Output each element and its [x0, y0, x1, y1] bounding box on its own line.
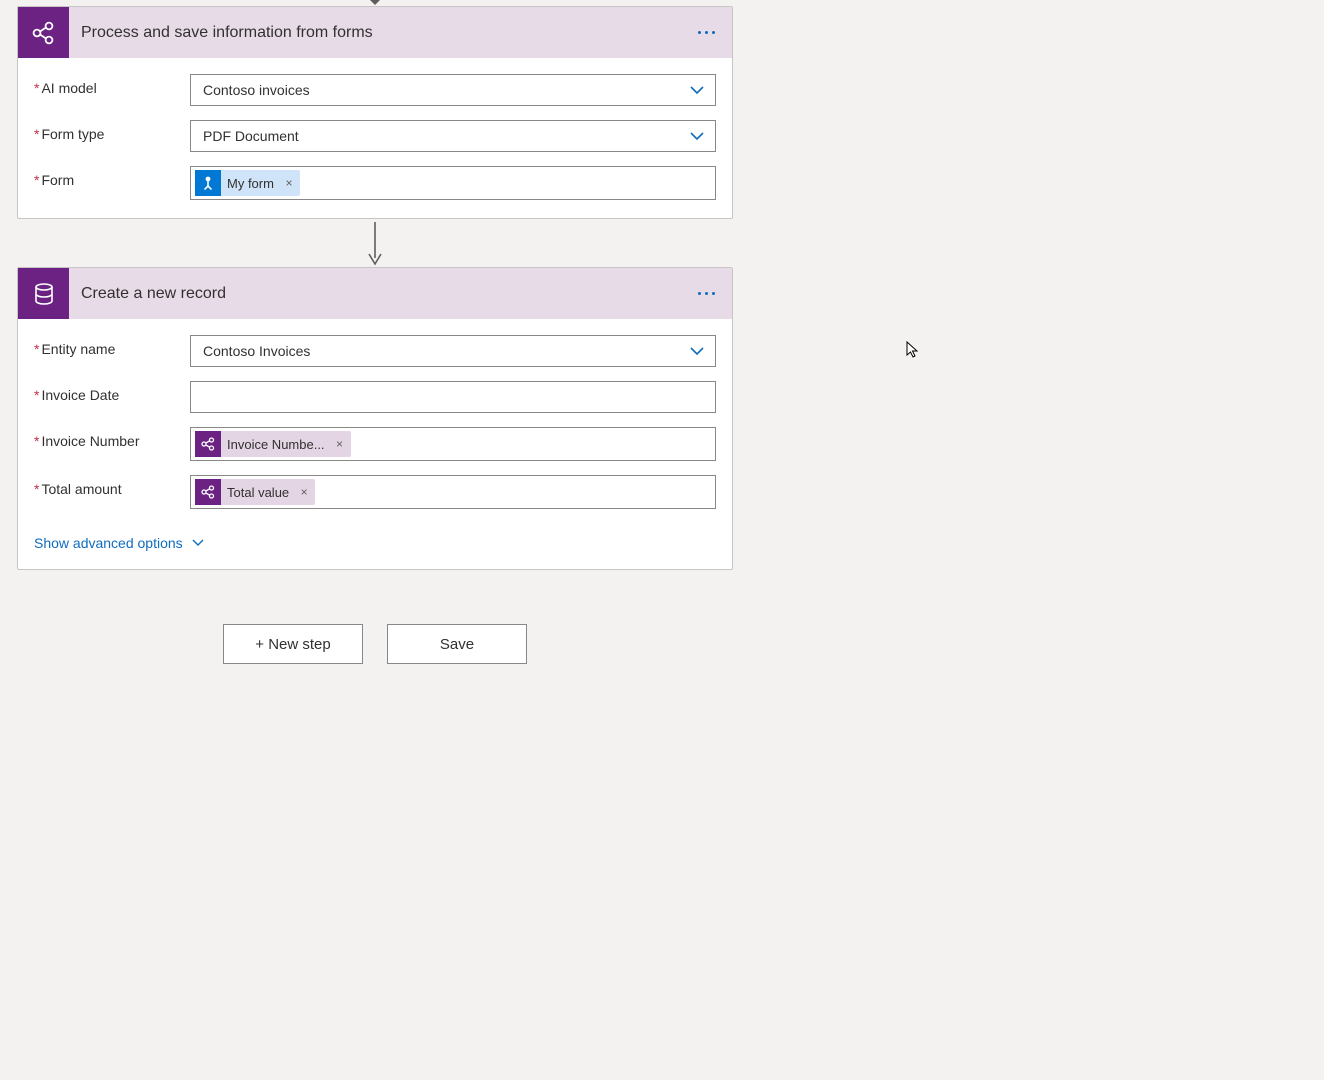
ellipsis-icon: [698, 31, 715, 34]
cursor-icon: [906, 341, 920, 359]
invoice-date-input[interactable]: [190, 381, 716, 413]
touch-icon: [195, 170, 221, 196]
field-invoice-date: *Invoice Date: [34, 381, 716, 413]
form-type-select[interactable]: PDF Document: [190, 120, 716, 152]
field-label: *Form type: [34, 120, 190, 142]
ai-builder-small-icon: [195, 431, 221, 457]
chevron-down-icon: [685, 78, 709, 102]
chevron-down-icon: [685, 339, 709, 363]
field-form: *Form My form ×: [34, 166, 716, 200]
invoice-number-input[interactable]: Invoice Numbe... ×: [190, 427, 716, 461]
chevron-down-icon: [191, 536, 205, 550]
show-advanced-options-link[interactable]: Show advanced options: [34, 535, 716, 551]
total-amount-input[interactable]: Total value ×: [190, 475, 716, 509]
save-button[interactable]: Save: [387, 624, 527, 664]
field-ai-model: *AI model Contoso invoices: [34, 74, 716, 106]
field-label: *Form: [34, 166, 190, 188]
step-title: Create a new record: [69, 285, 686, 303]
field-invoice-number: *Invoice Number: [34, 427, 716, 461]
step-header-create-record[interactable]: Create a new record: [18, 268, 732, 319]
token-my-form[interactable]: My form ×: [195, 170, 300, 196]
field-form-type: *Form type PDF Document: [34, 120, 716, 152]
field-label: *AI model: [34, 74, 190, 96]
token-remove-button[interactable]: ×: [280, 174, 298, 192]
field-entity-name: *Entity name Contoso Invoices: [34, 335, 716, 367]
token-invoice-number[interactable]: Invoice Numbe... ×: [195, 431, 351, 457]
token-remove-button[interactable]: ×: [295, 483, 313, 501]
entity-name-select[interactable]: Contoso Invoices: [190, 335, 716, 367]
step-menu-button[interactable]: [686, 13, 726, 53]
step-menu-button[interactable]: [686, 274, 726, 314]
token-remove-button[interactable]: ×: [331, 435, 349, 453]
flow-step-create-record[interactable]: Create a new record *Entity name Contoso…: [17, 267, 733, 570]
ai-builder-icon: [18, 7, 69, 58]
database-icon: [18, 268, 69, 319]
flow-step-process-forms[interactable]: Process and save information from forms …: [17, 6, 733, 219]
field-label: *Entity name: [34, 335, 190, 357]
field-label: *Total amount: [34, 475, 190, 497]
ai-builder-small-icon: [195, 479, 221, 505]
field-label: *Invoice Date: [34, 381, 190, 403]
new-step-button[interactable]: + New step: [223, 624, 363, 664]
chevron-down-icon: [685, 124, 709, 148]
field-label: *Invoice Number: [34, 427, 190, 449]
step-header-process-forms[interactable]: Process and save information from forms: [18, 7, 732, 58]
token-total-value[interactable]: Total value ×: [195, 479, 315, 505]
field-total-amount: *Total amount: [34, 475, 716, 509]
step-title: Process and save information from forms: [69, 24, 686, 42]
flow-connector-arrow: [17, 219, 733, 267]
ellipsis-icon: [698, 292, 715, 295]
form-input[interactable]: My form ×: [190, 166, 716, 200]
ai-model-select[interactable]: Contoso invoices: [190, 74, 716, 106]
